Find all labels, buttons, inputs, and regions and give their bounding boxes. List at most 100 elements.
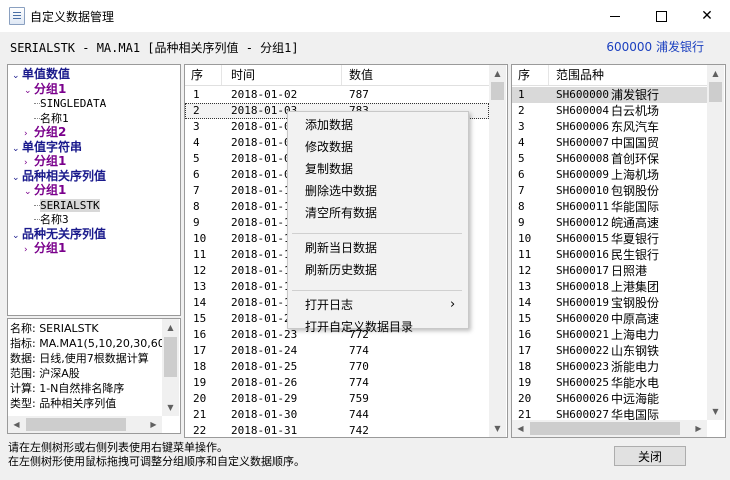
table-cell: SH600022 <box>556 344 609 357</box>
tree-leaf[interactable]: SINGLEDATA <box>40 96 106 111</box>
column-header[interactable]: 数值 <box>349 65 373 85</box>
table-row[interactable]: 21 2018-01-30 744 <box>185 407 489 423</box>
table-row[interactable]: 22 2018-01-31 742 <box>185 423 489 437</box>
info-vertical-scrollbar[interactable]: ▲ ▼ <box>162 319 179 416</box>
table-row[interactable]: 20 SH600026 中远海能 <box>512 391 707 407</box>
table-row[interactable]: 19 SH600025 华能水电 <box>512 375 707 391</box>
menu-item[interactable]: 打开自定义数据目录 <box>305 319 413 335</box>
scroll-thumb[interactable] <box>491 82 504 100</box>
table-row[interactable]: 4 SH600007 中国国贸 <box>512 135 707 151</box>
scroll-right-icon[interactable]: ▶ <box>145 416 162 433</box>
table-row[interactable]: 2 SH600004 白云机场 <box>512 103 707 119</box>
scroll-down-icon[interactable]: ▼ <box>489 420 506 437</box>
data-tree[interactable]: ⌄ 单值数值 ⌄ 分组1 SINGLEDATA 名称1 › 分组2 ⌄ 单值字符串 › 分组1 ⌄ 品种相… <box>7 64 181 316</box>
chevron-right-icon[interactable]: › <box>24 243 34 257</box>
close-dialog-button[interactable]: 关闭 <box>614 446 686 466</box>
table-cell: 5 <box>518 152 525 165</box>
scroll-thumb[interactable] <box>26 418 126 431</box>
table-row[interactable]: 7 SH600010 包钢股份 <box>512 183 707 199</box>
tree-label: 分组1 <box>34 154 67 168</box>
info-line: 指标: MA.MA1(5,10,20,30,60 <box>10 337 165 350</box>
chevron-down-icon[interactable]: ⌄ <box>12 171 22 185</box>
info-bar: SERIALSTK - MA.MA1 [品种相关序列值 - 分组1] 60000… <box>0 32 730 60</box>
scroll-left-icon[interactable]: ◀ <box>8 416 25 433</box>
info-horizontal-scrollbar[interactable]: ◀ ▶ <box>8 416 162 433</box>
chevron-down-icon[interactable]: ⌄ <box>24 84 34 98</box>
tree-node[interactable]: › 分组1 <box>24 241 66 257</box>
table-cell: 7 <box>193 184 200 197</box>
menu-item[interactable]: 打开日志 <box>305 297 353 313</box>
table-row[interactable]: 19 2018-01-26 774 <box>185 375 489 391</box>
tree-leaf[interactable]: 名称3 <box>40 212 69 227</box>
menu-item[interactable]: 刷新当日数据 <box>305 240 377 256</box>
chevron-down-icon[interactable]: ⌄ <box>12 229 22 243</box>
scroll-up-icon[interactable]: ▲ <box>162 319 179 336</box>
table-cell: 16 <box>518 328 532 341</box>
tree-leaf[interactable]: SERIALSTK <box>40 198 100 213</box>
table-cell: 13 <box>193 280 207 293</box>
range-list[interactable]: 序 范围品种 1 SH600000 浦发银行 2 SH600004 白云机场 3 SH600006… <box>511 64 726 438</box>
table-row[interactable]: 16 SH600021 上海电力 <box>512 327 707 343</box>
table-row[interactable]: 20 2018-01-29 759 <box>185 391 489 407</box>
range-vertical-scrollbar[interactable]: ▲ ▼ <box>707 65 724 420</box>
table-row[interactable]: 17 2018-01-24 774 <box>185 343 489 359</box>
table-row[interactable]: 12 SH600017 日照港 <box>512 263 707 279</box>
table-cell: SH600008 <box>556 152 609 165</box>
table-cell: 2 <box>193 104 200 117</box>
table-row[interactable]: 6 SH600009 上海机场 <box>512 167 707 183</box>
table-row[interactable]: 10 SH600015 华夏银行 <box>512 231 707 247</box>
table-row[interactable]: 3 SH600006 东风汽车 <box>512 119 707 135</box>
menu-item[interactable]: 修改数据 <box>305 139 353 155</box>
table-cell: SH600016 <box>556 248 609 261</box>
scroll-up-icon[interactable]: ▲ <box>489 65 506 82</box>
data-vertical-scrollbar[interactable]: ▲ ▼ <box>489 65 506 437</box>
table-row[interactable]: 15 SH600020 中原高速 <box>512 311 707 327</box>
table-row[interactable]: 11 SH600016 民生银行 <box>512 247 707 263</box>
table-cell: 中国国贸 <box>611 136 660 150</box>
table-row[interactable]: 14 SH600019 宝钢股份 <box>512 295 707 311</box>
chevron-down-icon[interactable]: ⌄ <box>12 142 22 156</box>
table-cell: 8 <box>193 200 200 213</box>
menu-item[interactable]: 清空所有数据 <box>305 205 377 221</box>
scroll-right-icon[interactable]: ▶ <box>690 420 707 437</box>
table-row[interactable]: 8 SH600011 华能国际 <box>512 199 707 215</box>
table-row[interactable]: 18 2018-01-25 770 <box>185 359 489 375</box>
table-row[interactable]: 1 2018-01-02 787 <box>185 87 489 103</box>
app-document-icon <box>9 7 25 25</box>
scroll-up-icon[interactable]: ▲ <box>707 65 724 82</box>
maximize-button[interactable] <box>638 0 684 32</box>
table-row[interactable]: 9 SH600012 皖通高速 <box>512 215 707 231</box>
info-line: 范围: 沪深A股 <box>10 367 80 380</box>
chevron-down-icon[interactable]: ⌄ <box>12 69 22 83</box>
table-cell: 14 <box>193 296 207 309</box>
menu-item[interactable]: 复制数据 <box>305 161 353 177</box>
table-cell: 浦发银行 <box>611 88 660 102</box>
column-header[interactable]: 序 <box>518 65 530 85</box>
column-header[interactable]: 范围品种 <box>556 65 604 85</box>
minimize-button[interactable] <box>592 0 638 32</box>
info-line: 类型: 品种相关序列值 <box>10 397 117 410</box>
column-header[interactable]: 序 <box>191 65 203 85</box>
table-cell: SH600026 <box>556 392 609 405</box>
table-cell: 774 <box>349 344 369 357</box>
scroll-thumb[interactable] <box>164 337 177 377</box>
range-horizontal-scrollbar[interactable]: ◀ ▶ <box>512 420 707 437</box>
menu-item[interactable]: 删除选中数据 <box>305 183 377 199</box>
table-row[interactable]: 1 SH600000 浦发银行 <box>512 87 707 103</box>
scroll-down-icon[interactable]: ▼ <box>707 403 724 420</box>
scroll-thumb[interactable] <box>709 82 722 102</box>
chevron-down-icon[interactable]: ⌄ <box>24 185 34 199</box>
menu-item[interactable]: 刷新历史数据 <box>305 262 377 278</box>
table-row[interactable]: 18 SH600023 浙能电力 <box>512 359 707 375</box>
scroll-down-icon[interactable]: ▼ <box>162 399 179 416</box>
table-row[interactable]: 13 SH600018 上港集团 <box>512 279 707 295</box>
scroll-left-icon[interactable]: ◀ <box>512 420 529 437</box>
menu-item[interactable]: 添加数据 <box>305 117 353 133</box>
column-header[interactable]: 时间 <box>231 65 255 85</box>
scroll-thumb[interactable] <box>530 422 680 435</box>
close-window-button[interactable]: ✕ <box>684 0 730 32</box>
tree-leaf[interactable]: 名称1 <box>40 111 69 126</box>
tree-label: SERIALSTK <box>40 198 100 212</box>
table-row[interactable]: 17 SH600022 山东钢铁 <box>512 343 707 359</box>
table-row[interactable]: 5 SH600008 首创环保 <box>512 151 707 167</box>
